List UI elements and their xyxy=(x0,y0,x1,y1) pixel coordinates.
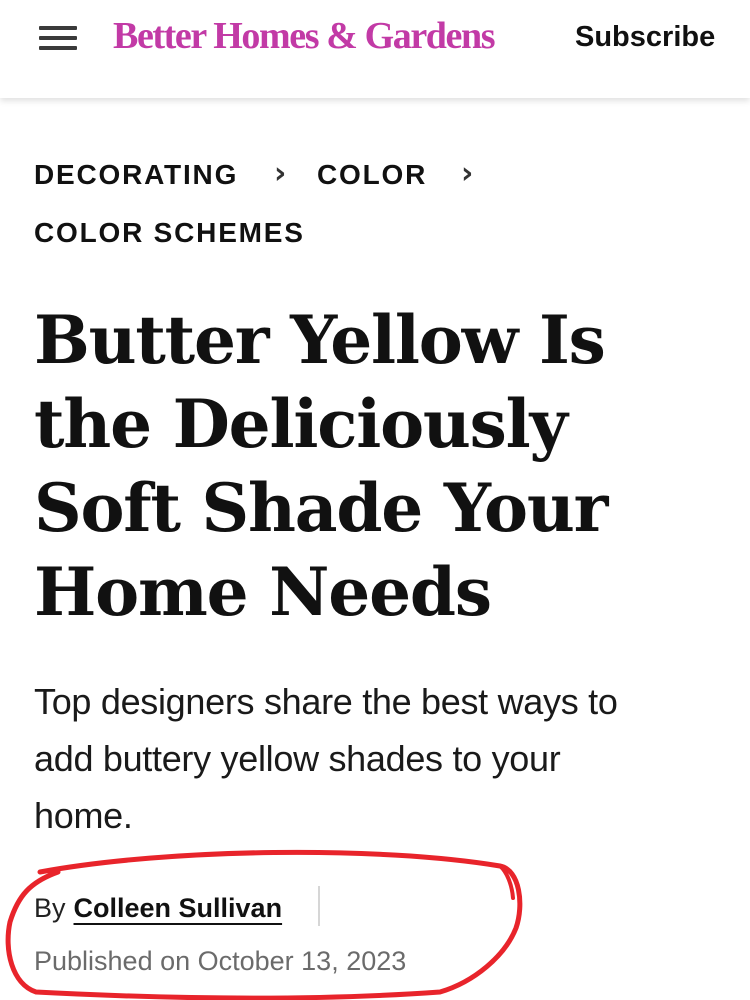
site-header: Better Homes & Gardens Subscribe xyxy=(0,0,750,98)
article-title-line: Butter Yellow Is xyxy=(34,301,606,379)
breadcrumb-item-color[interactable]: COLOR xyxy=(317,157,427,193)
site-logo[interactable]: Better Homes & Gardens xyxy=(113,10,496,62)
chevron-right-icon: › xyxy=(461,156,474,191)
article-dek-line: add buttery yellow shades to your xyxy=(34,738,561,779)
hamburger-menu-icon[interactable] xyxy=(38,24,80,52)
chevron-right-icon: › xyxy=(274,156,287,191)
article-dek: Top designers share the best ways to add… xyxy=(34,673,714,844)
article-dek-line: Top designers share the best ways to xyxy=(34,681,618,722)
breadcrumb-item-decorating[interactable]: DECORATING xyxy=(34,157,238,193)
breadcrumb-item-color-schemes[interactable]: COLOR SCHEMES xyxy=(34,215,305,251)
published-date: Published on October 13, 2023 xyxy=(34,946,407,976)
article-title-line: Soft Shade Your xyxy=(34,469,608,547)
article-title-line: the Deliciously xyxy=(34,385,568,463)
byline-divider xyxy=(318,886,320,926)
byline: By Colleen Sullivan xyxy=(34,888,282,928)
article-dek-line: home. xyxy=(34,795,133,836)
article-title-line: Home Needs xyxy=(34,553,492,631)
author-link[interactable]: Colleen Sullivan xyxy=(74,893,283,923)
subscribe-button[interactable]: Subscribe xyxy=(575,18,715,56)
byline-by-label: By xyxy=(34,893,66,923)
article-title: Butter Yellow Is the Deliciously Soft Sh… xyxy=(34,298,724,634)
